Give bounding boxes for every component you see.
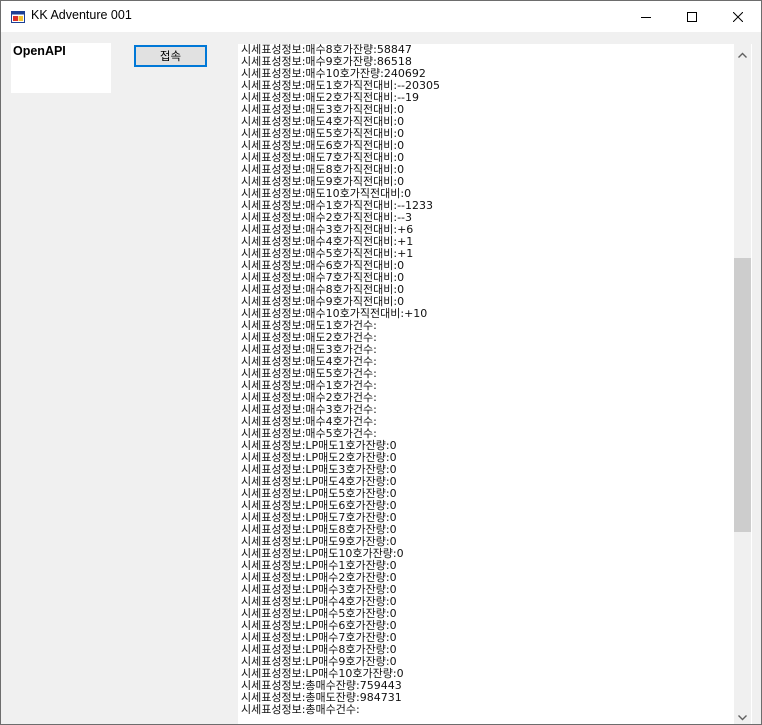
maximize-icon xyxy=(687,7,697,26)
scroll-up-button[interactable] xyxy=(734,44,751,61)
openapi-label: OpenAPI xyxy=(13,44,66,58)
connect-button[interactable]: 접속 xyxy=(134,45,207,67)
openapi-control[interactable]: OpenAPI xyxy=(11,43,111,93)
title-bar[interactable]: KK Adventure 001 xyxy=(1,1,761,32)
log-lines: 시세표성정보:매수8호가잔량:58847 시세표성정보:매수9호가잔량:86518… xyxy=(241,44,440,716)
scroll-down-button[interactable] xyxy=(734,707,751,724)
client-area: OpenAPI 접속 시세표성정보:매수8호가잔량:58847 시세표성정보:매수… xyxy=(1,32,761,724)
scrollbar-thumb[interactable] xyxy=(734,258,751,533)
log-listbox[interactable]: 시세표성정보:매수8호가잔량:58847 시세표성정보:매수9호가잔량:86518… xyxy=(238,44,752,724)
app-window: KK Adventure 001 OpenAPI 접속 시세표성정보:매수8호가… xyxy=(0,0,762,725)
window-title: KK Adventure 001 xyxy=(31,8,132,22)
close-button[interactable] xyxy=(715,1,761,32)
vertical-scrollbar[interactable] xyxy=(734,44,751,724)
minimize-button[interactable] xyxy=(623,1,669,32)
close-icon xyxy=(732,7,744,26)
app-window-icon[interactable] xyxy=(11,9,25,23)
minimize-icon xyxy=(641,7,651,26)
chevron-up-icon xyxy=(738,44,747,62)
chevron-down-icon xyxy=(738,706,747,724)
maximize-button[interactable] xyxy=(669,1,715,32)
log-line[interactable]: 시세표성정보:총매수건수: xyxy=(241,704,440,716)
